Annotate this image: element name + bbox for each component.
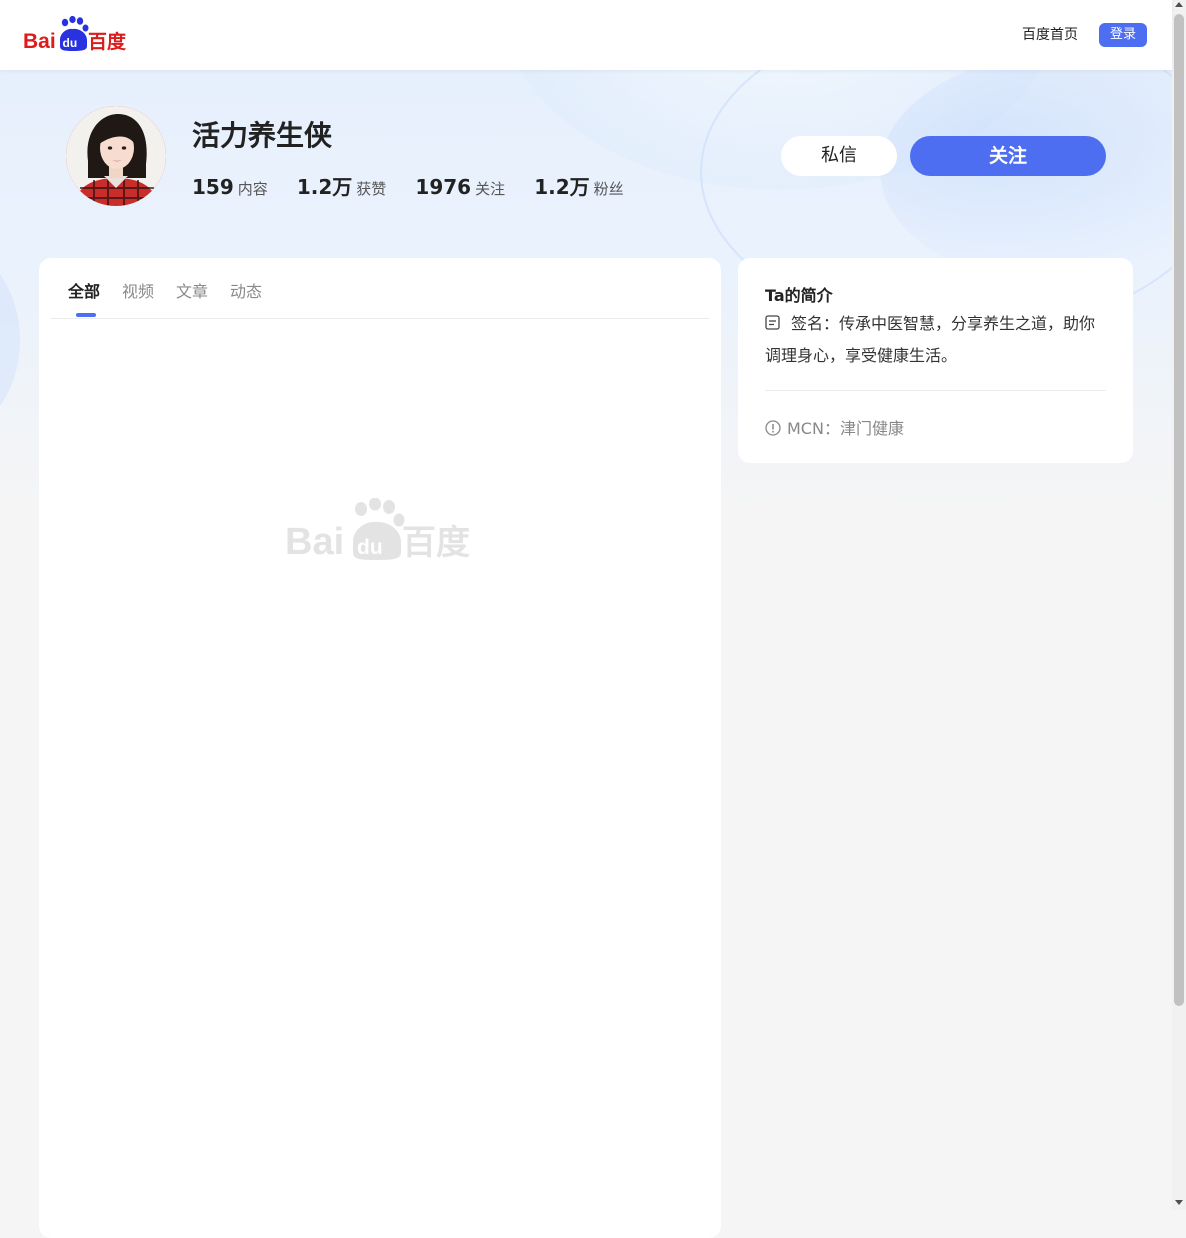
stat-value: 159 — [192, 175, 234, 199]
private-message-button[interactable]: 私信 — [781, 136, 897, 176]
profile-username: 活力养生侠 — [192, 119, 333, 152]
avatar[interactable] — [66, 106, 166, 206]
baidu-logo[interactable]: Bai du 百度 — [22, 16, 128, 54]
tab-all[interactable]: 全部 — [68, 278, 100, 302]
tab-updates[interactable]: 动态 — [230, 278, 262, 302]
stat-followers-count[interactable]: 1.2万 粉丝 — [534, 171, 623, 200]
intro-signature: 签名：传承中医智慧，分享养生之道，助你调理身心，享受健康生活。 — [765, 314, 1096, 365]
info-circle-icon — [765, 420, 781, 436]
intro-divider — [765, 390, 1106, 391]
stat-label: 关注 — [475, 180, 506, 198]
intro-mcn-row: MCN：津门健康 — [765, 415, 904, 438]
stat-label: 内容 — [237, 180, 268, 198]
profile-intro-card: Ta的简介 签名：传承中医智慧，分享养生之道，助你调理身心，享受健康生活。 MC… — [738, 258, 1133, 463]
intro-title: Ta的简介 — [765, 286, 833, 305]
profile-stats: 159 内容 1.2万 获赞 1976 关注 1.2万 粉丝 — [192, 171, 648, 199]
stat-content-count[interactable]: 159 内容 — [192, 175, 268, 199]
page-scrollbar[interactable] — [1172, 0, 1186, 1210]
stat-label: 粉丝 — [593, 180, 624, 198]
tab-videos[interactable]: 视频 — [122, 278, 154, 302]
scroll-up-arrow-icon[interactable] — [1175, 2, 1183, 7]
svg-text:Bai: Bai — [23, 30, 56, 53]
intro-mcn: MCN：津门健康 — [787, 419, 904, 438]
tabs-divider — [51, 318, 709, 319]
stat-label: 获赞 — [356, 180, 387, 198]
stat-value: 1.2万 — [534, 175, 590, 199]
content-tabs: 全部 视频 文章 动态 — [68, 278, 284, 308]
tab-articles[interactable]: 文章 — [176, 278, 208, 302]
decorative-shape — [0, 240, 20, 440]
loading-placeholder-logo: Bai du 百度 — [285, 497, 475, 564]
stat-following-count[interactable]: 1976 关注 — [415, 175, 505, 199]
follow-button[interactable]: 关注 — [910, 136, 1106, 176]
svg-text:du: du — [357, 536, 383, 559]
stat-value: 1.2万 — [296, 175, 353, 199]
svg-text:百度: 百度 — [402, 523, 470, 563]
svg-text:du: du — [63, 36, 78, 50]
scrollbar-thumb[interactable] — [1174, 14, 1184, 1006]
scroll-down-arrow-icon[interactable] — [1175, 1200, 1183, 1205]
stat-likes-count[interactable]: 1.2万 获赞 — [297, 171, 386, 200]
content-feed-card: 全部 视频 文章 动态 Bai du 百度 — [39, 258, 721, 1238]
svg-text:百度: 百度 — [88, 30, 127, 53]
stat-value: 1976 — [415, 175, 472, 199]
active-tab-indicator — [76, 313, 96, 317]
baidu-home-link[interactable]: 百度首页 — [1022, 26, 1078, 44]
login-button[interactable]: 登录 — [1099, 23, 1147, 47]
top-navigation-bar: Bai du 百度 百度首页 登录 — [0, 0, 1172, 70]
svg-text:Bai: Bai — [285, 521, 344, 563]
